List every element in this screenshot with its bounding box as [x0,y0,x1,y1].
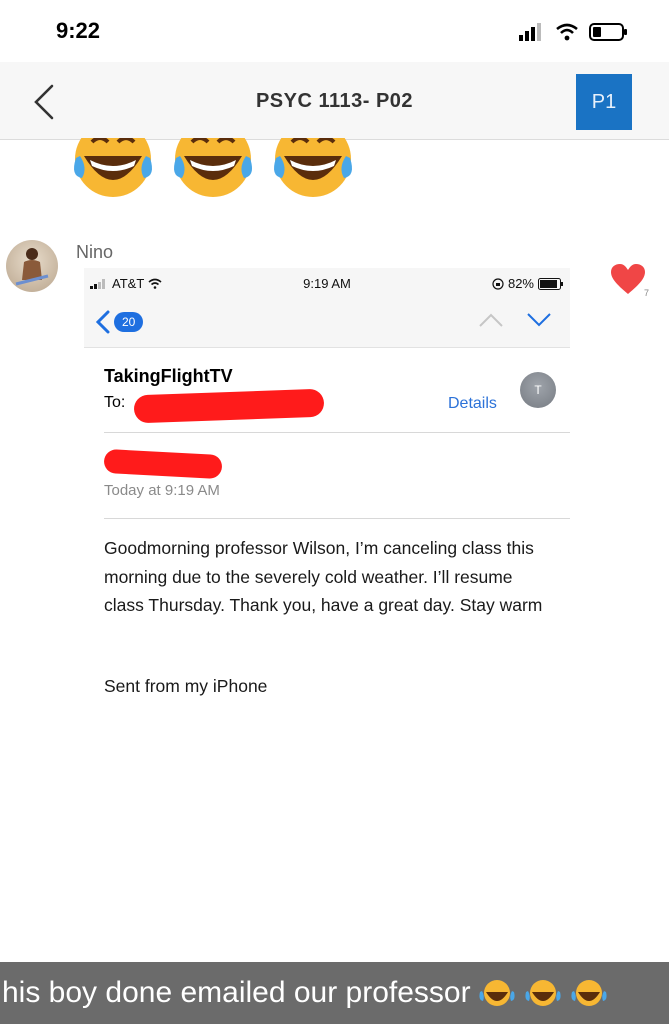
chevron-down-icon[interactable] [526,312,552,328]
tears-of-joy-emoji-icon [479,980,515,1006]
sender-avatar[interactable]: T [520,372,556,408]
tears-of-joy-emoji-icon [571,980,607,1006]
sender-name: TakingFlightTV [104,366,233,386]
tears-of-joy-emoji-icon [70,138,156,202]
chevron-left-icon [96,310,110,334]
tears-of-joy-emoji-icon [525,980,561,1006]
screenshot-status-bar: AT&T 9:19 AM 82% [84,268,570,298]
status-time: 9:22 [56,18,101,43]
tears-of-joy-emoji-icon [270,138,356,202]
recipient-label: To: [104,394,126,411]
page-title: PSYC 1113- P02 [255,90,414,112]
battery-percent: 82% [507,276,534,291]
battery-icon [538,277,563,290]
reaction-emoji-row [70,138,356,202]
page-indicator-button[interactable]: P1 [576,74,632,130]
message-count-badge: 20 [114,312,144,332]
orientation-lock-icon [492,277,504,290]
mail-nav-bar: 20 [84,298,570,348]
mail-signature: Sent from my iPhone [104,676,268,696]
tears-of-joy-emoji-icon [170,138,256,202]
recipient-redaction [133,388,325,424]
wifi-icon [556,23,578,41]
mail-date: Today at 9:19 AM [104,482,220,499]
chevron-up-icon[interactable] [478,312,504,328]
author-name[interactable]: Nino [76,242,113,263]
divider [104,432,570,433]
email-screenshot: AT&T 9:19 AM 82% 20 TakingFlightTV To: D… [84,268,570,958]
screenshot-battery: 82% [492,276,564,291]
caption-bar: his boy done emailed our professor [0,962,669,1024]
like-count: 7 [644,288,650,298]
divider [104,518,570,519]
status-icons [519,22,629,42]
status-bar: 9:22 [0,0,669,62]
mail-back-button[interactable]: 20 [96,310,144,334]
author-avatar[interactable] [6,240,58,292]
mail-body: Goodmorning professor Wilson, I’m cancel… [104,538,543,615]
caption-text: his boy done emailed our professor [2,976,471,1009]
details-link[interactable]: Details [448,395,497,413]
subject-redaction [103,448,223,480]
battery-icon [589,23,627,41]
mail-navigation-arrows [478,312,552,328]
app-header: PSYC 1113- P02 P1 [0,62,669,140]
cellular-signal-icon [519,23,541,41]
